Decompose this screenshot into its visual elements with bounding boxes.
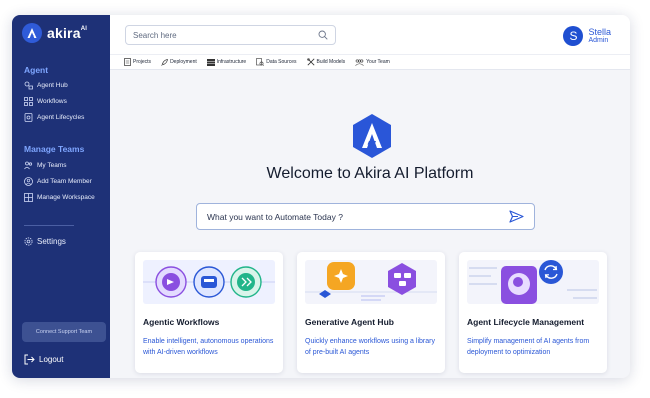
sidebar-item-settings[interactable]: Settings xyxy=(24,237,66,246)
workspace-icon xyxy=(24,193,33,202)
nav-projects[interactable]: Projects xyxy=(124,58,151,66)
manage-teams-section-title: Manage Teams xyxy=(24,144,85,154)
automation-prompt-input[interactable]: What you want to Automate Today ? xyxy=(196,203,535,230)
sidebar-divider xyxy=(24,225,74,226)
avatar: S xyxy=(563,26,584,46)
connect-support-button[interactable]: Connect Support Team xyxy=(22,322,106,342)
nav-deployment[interactable]: Deployment xyxy=(161,58,197,66)
nav-data-sources[interactable]: Data Sources xyxy=(256,58,297,66)
nav-build-models[interactable]: Build Models xyxy=(306,58,346,66)
sidebar-item-my-teams[interactable]: My Teams xyxy=(24,161,67,170)
card-description: Quickly enhance workflows using a librar… xyxy=(305,338,435,356)
nav-label: Your Team xyxy=(366,59,390,65)
sidebar-item-label: Agent Hub xyxy=(37,82,68,89)
search-input[interactable]: Search here xyxy=(125,25,336,45)
workflows-icon xyxy=(24,97,33,106)
agent-hub-icon xyxy=(24,81,33,90)
sidebar-item-agent-hub[interactable]: Agent Hub xyxy=(24,81,68,90)
brand-logo[interactable]: akiraAI xyxy=(22,23,87,43)
card-title: Agent Lifecycle Management xyxy=(467,317,585,327)
akira-logo-icon xyxy=(22,23,42,43)
user-name: Stella xyxy=(588,26,611,37)
sidebar-item-label: Manage Workspace xyxy=(37,194,95,201)
card-title: Agentic Workflows xyxy=(143,317,220,327)
app-window: akiraAI Agent Agent Hub Workflows Agent … xyxy=(12,15,630,378)
card-title: Generative Agent Hub xyxy=(305,317,394,327)
logout-icon xyxy=(24,354,35,365)
nav-label: Infrastructure xyxy=(216,59,247,65)
teams-icon xyxy=(24,161,33,170)
card-generative-agent-hub[interactable]: Generative Agent Hub Quickly enhance wor… xyxy=(297,252,445,373)
welcome-heading: Welcome to Akira AI Platform xyxy=(266,165,474,182)
sidebar-item-manage-workspace[interactable]: Manage Workspace xyxy=(24,193,95,202)
team-icon xyxy=(355,58,364,66)
nav-your-team[interactable]: Your Team xyxy=(355,58,390,66)
search-icon[interactable] xyxy=(318,30,328,40)
card-description: Enable intelligent, autonomous operation… xyxy=(143,338,274,356)
card-agentic-workflows[interactable]: Agentic Workflows Enable intelligent, au… xyxy=(135,252,283,373)
secondary-nav: Projects Deployment Infrastructure Data … xyxy=(110,55,630,70)
add-member-icon xyxy=(24,177,33,186)
user-menu[interactable]: S Stella Admin xyxy=(563,26,611,46)
sidebar-item-label: Settings xyxy=(37,237,66,246)
sidebar-item-label: My Teams xyxy=(37,162,67,169)
document-icon xyxy=(124,58,131,66)
agent-hub-illustration xyxy=(305,260,437,304)
lifecycle-icon xyxy=(24,113,33,122)
prompt-placeholder: What you want to Automate Today ? xyxy=(207,211,343,222)
sidebar-item-workflows[interactable]: Workflows xyxy=(24,97,67,106)
card-description: Simplify management of AI agents from de… xyxy=(467,338,590,356)
server-icon xyxy=(206,58,215,66)
sidebar-item-add-team-member[interactable]: Add Team Member xyxy=(24,177,92,186)
nav-label: Deployment xyxy=(170,59,197,65)
send-icon[interactable] xyxy=(509,210,524,223)
data-icon xyxy=(256,58,265,66)
logout-button[interactable]: Logout xyxy=(24,354,63,365)
user-role: Admin xyxy=(588,36,609,44)
main-content: Welcome to Akira AI Platform What you wa… xyxy=(110,70,630,378)
akira-hero-logo-icon xyxy=(353,114,391,158)
nav-infrastructure[interactable]: Infrastructure xyxy=(206,58,247,66)
sidebar: akiraAI Agent Agent Hub Workflows Agent … xyxy=(12,15,110,378)
logout-label: Logout xyxy=(39,355,64,364)
nav-label: Build Models xyxy=(316,59,346,65)
search-placeholder: Search here xyxy=(133,30,177,40)
lifecycle-illustration xyxy=(467,260,599,304)
agent-section-title: Agent xyxy=(24,65,49,75)
sidebar-item-agent-lifecycles[interactable]: Agent Lifecycles xyxy=(24,113,84,122)
sidebar-item-label: Agent Lifecycles xyxy=(37,114,85,121)
nav-label: Data Sources xyxy=(266,59,297,65)
card-agent-lifecycle-management[interactable]: Agent Lifecycle Management Simplify mana… xyxy=(459,252,607,373)
sidebar-item-label: Workflows xyxy=(37,98,67,105)
brand-name: akiraAI xyxy=(47,25,88,41)
top-bar: Search here S Stella Admin xyxy=(110,15,630,55)
workflows-illustration xyxy=(143,260,275,304)
nav-label: Projects xyxy=(133,59,152,65)
gear-icon xyxy=(24,237,33,246)
rocket-icon xyxy=(161,58,168,66)
sidebar-item-label: Add Team Member xyxy=(37,178,92,185)
tools-icon xyxy=(306,58,314,66)
